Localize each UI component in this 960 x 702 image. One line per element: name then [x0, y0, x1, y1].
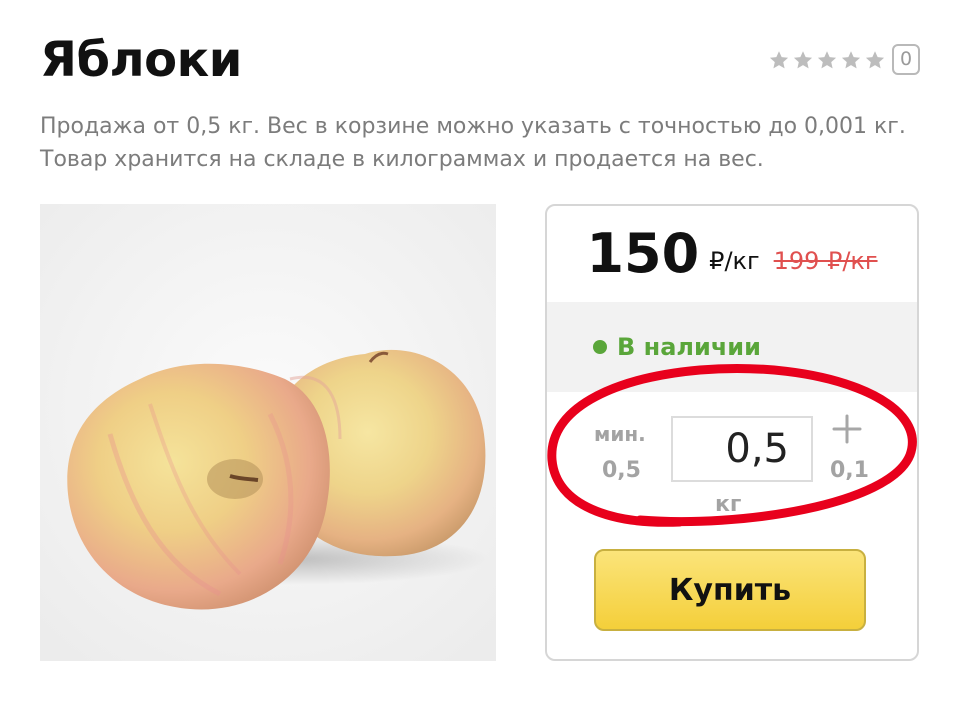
in-stock-dot-icon [593, 340, 607, 354]
star-icon[interactable] [792, 49, 814, 71]
old-price: 199 ₽/кг [773, 247, 878, 275]
star-icon[interactable] [768, 49, 790, 71]
star-icon[interactable] [816, 49, 838, 71]
reviews-count-badge[interactable]: 0 [892, 44, 920, 75]
product-description: Продажа от 0,5 кг. Вес в корзине можно у… [40, 114, 906, 172]
plus-icon[interactable] [830, 412, 864, 446]
price: 150 [586, 222, 700, 285]
buy-box: 150 ₽/кг 199 ₽/кг В наличии мин. 0,5 0,1… [545, 204, 919, 661]
quantity-input[interactable] [671, 416, 813, 482]
stock-status: В наличии [617, 333, 761, 361]
quantity-unit: кг [715, 492, 742, 517]
buy-button[interactable]: Купить [594, 549, 866, 631]
stock-status-row: В наличии [547, 302, 917, 392]
quantity-step: 0,1 [830, 458, 869, 483]
star-icon[interactable] [840, 49, 862, 71]
apples-photo-icon [40, 204, 496, 661]
min-quantity-label: мин. [594, 422, 646, 446]
rating[interactable]: 0 [768, 44, 920, 75]
price-unit: ₽/кг [709, 247, 760, 275]
product-image [40, 204, 496, 661]
min-quantity-value: 0,5 [602, 458, 641, 483]
price-row: 150 ₽/кг 199 ₽/кг [547, 206, 917, 302]
page-title: Яблоки [40, 32, 242, 88]
star-icon[interactable] [864, 49, 886, 71]
